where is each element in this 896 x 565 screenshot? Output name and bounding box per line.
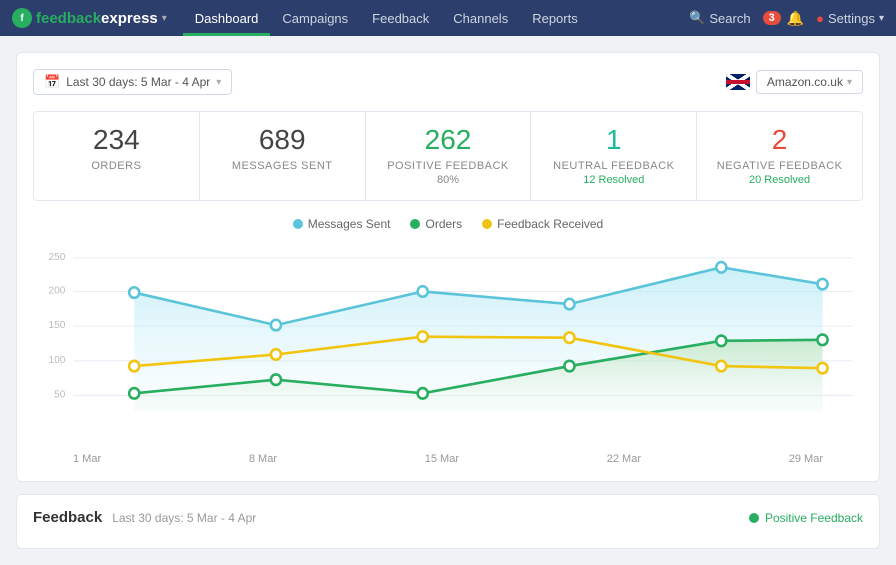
x-label-3: 22 Mar	[607, 453, 641, 465]
feedback-legend: Positive Feedback	[749, 511, 863, 525]
messages-dot-icon	[293, 219, 303, 229]
feedback-section-title: Feedback	[33, 509, 102, 526]
navbar: f feedbackexpress ▾ Dashboard Campaigns …	[0, 0, 896, 36]
x-axis-labels: 1 Mar 8 Mar 15 Mar 22 Mar 29 Mar	[33, 449, 863, 465]
brand-logo-group[interactable]: f feedbackexpress ▾	[12, 8, 167, 28]
legend-orders-label: Orders	[425, 217, 462, 231]
settings-button[interactable]: ● Settings ▾	[816, 11, 884, 26]
store-label: Amazon.co.uk	[767, 75, 843, 89]
main-content: 📅 Last 30 days: 5 Mar - 4 Apr ▾ Amazon.c…	[0, 36, 896, 565]
positive-legend-label: Positive Feedback	[765, 511, 863, 525]
stat-neutral: 1 NEUTRAL FEEDBACK 12 Resolved	[531, 112, 697, 200]
store-chevron-icon: ▾	[847, 77, 852, 88]
positive-number: 262	[378, 126, 519, 154]
messages-number: 689	[212, 126, 353, 154]
neutral-resolved: 12 Resolved	[543, 174, 684, 186]
x-label-0: 1 Mar	[73, 453, 101, 465]
x-label-2: 15 Mar	[425, 453, 459, 465]
nav-links: Dashboard Campaigns Feedback Channels Re…	[183, 0, 590, 36]
brand-name: feedbackexpress	[36, 10, 158, 27]
brand-icon: f	[12, 8, 32, 28]
svg-text:250: 250	[49, 252, 66, 263]
store-select-group: Amazon.co.uk ▾	[726, 70, 863, 94]
legend-messages: Messages Sent	[293, 217, 391, 231]
neutral-number: 1	[543, 126, 684, 154]
feedback-header: Feedback Last 30 days: 5 Mar - 4 Apr Pos…	[33, 509, 863, 526]
legend-messages-label: Messages Sent	[308, 217, 391, 231]
negative-label: NEGATIVE FEEDBACK	[709, 160, 850, 172]
date-picker[interactable]: 📅 Last 30 days: 5 Mar - 4 Apr ▾	[33, 69, 232, 95]
dashboard-card: 📅 Last 30 days: 5 Mar - 4 Apr ▾ Amazon.c…	[16, 52, 880, 482]
negative-resolved: 20 Resolved	[709, 174, 850, 186]
store-dropdown[interactable]: Amazon.co.uk ▾	[756, 70, 863, 94]
negative-number: 2	[709, 126, 850, 154]
svg-text:50: 50	[54, 389, 66, 400]
date-range-label: Last 30 days: 5 Mar - 4 Apr	[66, 75, 210, 89]
stat-negative: 2 NEGATIVE FEEDBACK 20 Resolved	[697, 112, 862, 200]
stats-row: 234 ORDERS 689 MESSAGES SENT 262 POSITIV…	[33, 111, 863, 201]
svg-text:150: 150	[49, 320, 66, 331]
uk-flag-icon	[726, 74, 750, 90]
legend-feedback: Feedback Received	[482, 217, 603, 231]
messages-label: MESSAGES SENT	[212, 160, 353, 172]
stat-orders: 234 ORDERS	[34, 112, 200, 200]
orders-number: 234	[46, 126, 187, 154]
nav-campaigns[interactable]: Campaigns	[270, 0, 360, 36]
legend-orders: Orders	[410, 217, 462, 231]
neutral-label: NEUTRAL FEEDBACK	[543, 160, 684, 172]
positive-dot-icon	[749, 513, 759, 523]
orders-label: ORDERS	[46, 160, 187, 172]
nav-right: 🔍 Search 3 🔔 ● Settings ▾	[689, 10, 884, 27]
settings-label: Settings	[828, 11, 875, 26]
feedback-dot-icon	[482, 219, 492, 229]
search-icon: 🔍	[689, 10, 705, 26]
date-chevron-icon: ▾	[216, 77, 221, 88]
feedback-section-date: Last 30 days: 5 Mar - 4 Apr	[112, 511, 256, 525]
filter-row: 📅 Last 30 days: 5 Mar - 4 Apr ▾ Amazon.c…	[33, 69, 863, 95]
bell-icon: 🔔	[787, 10, 804, 27]
stat-messages: 689 MESSAGES SENT	[200, 112, 366, 200]
stat-positive: 262 POSITIVE FEEDBACK 80%	[366, 112, 532, 200]
chart-legend: Messages Sent Orders Feedback Received	[33, 217, 863, 231]
notification-badge: 3	[763, 11, 781, 25]
svg-text:200: 200	[49, 285, 66, 296]
legend-feedback-label: Feedback Received	[497, 217, 603, 231]
nav-feedback[interactable]: Feedback	[360, 0, 441, 36]
brand-chevron-icon: ▾	[162, 13, 167, 24]
feedback-card: Feedback Last 30 days: 5 Mar - 4 Apr Pos…	[16, 494, 880, 549]
search-label: Search	[709, 11, 750, 26]
x-label-4: 29 Mar	[789, 453, 823, 465]
chart-svg: 250 200 150 100 50	[33, 239, 863, 449]
search-button[interactable]: 🔍 Search	[689, 10, 750, 26]
x-label-1: 8 Mar	[249, 453, 277, 465]
nav-dashboard[interactable]: Dashboard	[183, 0, 271, 36]
settings-dot-icon: ●	[816, 11, 824, 26]
nav-channels[interactable]: Channels	[441, 0, 520, 36]
chart-area: 250 200 150 100 50	[33, 239, 863, 449]
settings-chevron-icon: ▾	[879, 13, 884, 24]
svg-text:100: 100	[49, 355, 66, 366]
positive-sublabel: 80%	[378, 174, 519, 186]
orders-dot-icon	[410, 219, 420, 229]
calendar-icon: 📅	[44, 74, 60, 90]
nav-reports[interactable]: Reports	[520, 0, 590, 36]
notification-group[interactable]: 3 🔔	[763, 10, 805, 27]
positive-label: POSITIVE FEEDBACK	[378, 160, 519, 172]
